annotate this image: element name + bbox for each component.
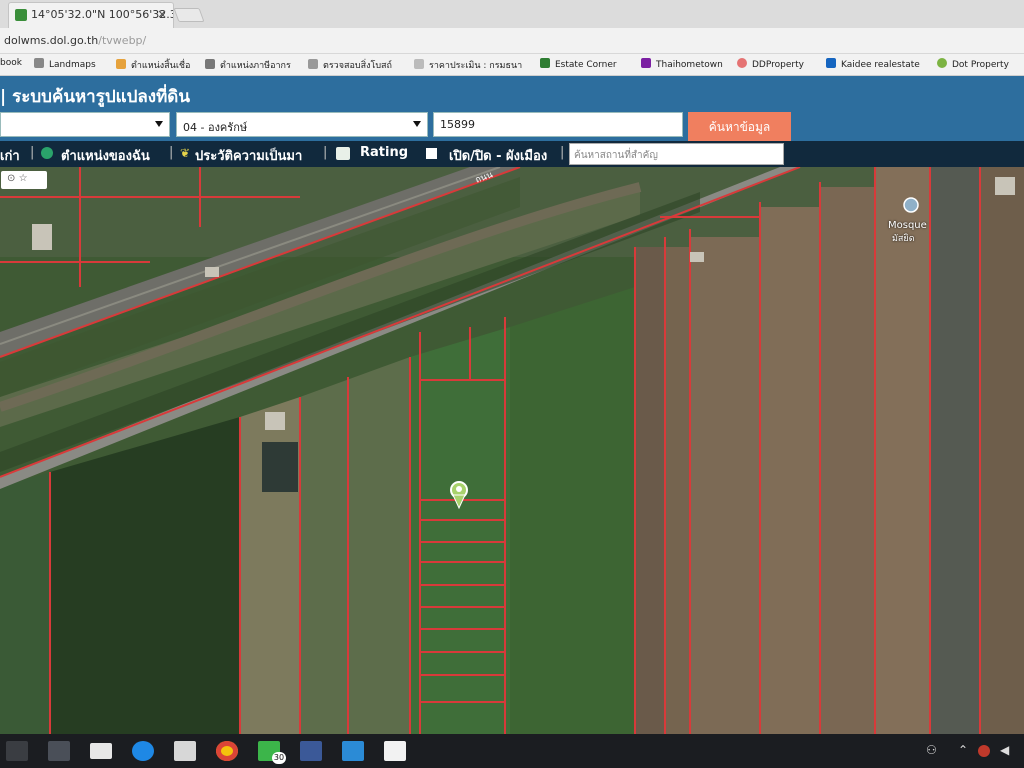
- bookmark-icon: [205, 59, 215, 69]
- ddproperty-icon: [737, 58, 747, 68]
- bookmarks-bar: book Landmaps ตำแหน่งสิ้นเชื่อ ตำแหน่งภา…: [0, 54, 1024, 76]
- toolbar-separator: |: [560, 145, 565, 160]
- target-icon[interactable]: ⊙: [7, 173, 15, 184]
- poi-label[interactable]: Mosque: [888, 220, 927, 231]
- rating-checkbox-icon[interactable]: [336, 147, 350, 160]
- building-icon: [540, 58, 550, 68]
- url-host: dolwms.dol.go.th: [4, 34, 99, 47]
- page-title: | ระบบค้นหารูปแปลงที่ดิน: [0, 87, 190, 107]
- speaker-icon[interactable]: ◀: [1000, 743, 1009, 757]
- browser-tabstrip: 14°05'32.0"N 100°56'32.3 ×: [0, 0, 1024, 28]
- history-tool[interactable]: ประวัติความเป็นมา: [195, 145, 302, 166]
- bookmark-label: Thaihometown: [656, 60, 723, 70]
- bookmark-item[interactable]: book: [0, 58, 22, 68]
- url-path: /tvwebp/: [98, 34, 147, 47]
- bookmark-label: Landmaps: [49, 60, 96, 70]
- task-view-icon[interactable]: [6, 741, 28, 761]
- bookmark-icon: [116, 59, 126, 69]
- bookmark-item[interactable]: Dot Property: [937, 58, 1009, 70]
- chevron-down-icon: [413, 121, 421, 127]
- layer-checkbox-icon[interactable]: [426, 148, 437, 159]
- screen: 14°05'32.0"N 100°56'32.3 × dolwms.dol.go…: [0, 0, 1024, 768]
- bookmark-label: Dot Property: [952, 60, 1009, 70]
- bookmark-label: ตำแหน่งสิ้นเชื่อ: [131, 61, 191, 71]
- windows-taskbar: 30 ⚇ ⌃ ◀: [0, 734, 1024, 768]
- house-icon: [641, 58, 651, 68]
- dotproperty-icon: [937, 58, 947, 68]
- chrome-icon[interactable]: [216, 741, 238, 761]
- map-favicon-icon: [15, 9, 27, 21]
- bookmark-label: ตรวจสอบสิ่งโบสถ์: [323, 61, 392, 71]
- bookmark-item[interactable]: ตรวจสอบสิ่งโบสถ์: [308, 58, 392, 72]
- page-icon: [414, 59, 424, 69]
- pin-icon[interactable]: [459, 477, 460, 478]
- map-controls[interactable]: ⊙ ☆: [1, 171, 47, 189]
- tab-close-icon[interactable]: ×: [157, 7, 167, 21]
- bookmark-label: ราคาประเมิน : กรมธนา: [429, 61, 523, 71]
- parcel-number-input[interactable]: 15899: [433, 112, 683, 137]
- search-icon: [308, 59, 318, 69]
- location-icon: [41, 147, 53, 159]
- store-icon[interactable]: [48, 741, 70, 761]
- place-search-placeholder: ค้นหาสถานที่สำคัญ: [574, 150, 658, 161]
- search-form: 04 - องครักษ์ 15899 ค้นหาข้อมูล: [0, 112, 1024, 141]
- toolbar-separator: |: [323, 145, 328, 160]
- district-select-value: 04 - องครักษ์: [183, 121, 248, 134]
- kaidee-icon: [826, 58, 836, 68]
- bookmark-label: book: [0, 58, 22, 68]
- poi-sublabel: มัสยิด: [892, 234, 915, 244]
- bookmark-label: Kaidee realestate: [841, 60, 920, 70]
- toolbar-separator: |: [169, 145, 174, 160]
- district-select[interactable]: 04 - องครักษ์: [176, 112, 428, 137]
- address-bar[interactable]: dolwms.dol.go.th/tvwebp/: [0, 28, 1024, 54]
- edge-icon[interactable]: [132, 741, 154, 761]
- map-toolbar: เก่า | ตำแหน่งของฉัน | ❦ ประวัติความเป็น…: [0, 141, 1024, 167]
- bookmark-item[interactable]: Landmaps: [34, 58, 96, 70]
- parcel-number-value: 15899: [440, 118, 475, 131]
- bookmark-item[interactable]: ราคาประเมิน : กรมธนา: [414, 58, 522, 72]
- province-select[interactable]: [0, 112, 170, 137]
- history-icon: ❦: [180, 146, 191, 160]
- facebook-icon[interactable]: [300, 741, 322, 761]
- home-tool[interactable]: เก่า: [0, 145, 20, 166]
- calculator-icon[interactable]: [174, 741, 196, 761]
- globe-icon: [34, 58, 44, 68]
- bookmark-label: Estate Corner: [555, 60, 617, 70]
- tray-app-icon[interactable]: [978, 745, 990, 757]
- app-header: | ระบบค้นหารูปแปลงที่ดิน: [0, 76, 1024, 112]
- my-location-tool[interactable]: ตำแหน่งของฉัน: [61, 145, 150, 166]
- star-icon[interactable]: ☆: [19, 173, 28, 184]
- bookmark-item[interactable]: Thaihometown: [641, 58, 723, 70]
- toolbar-separator: |: [30, 145, 35, 160]
- map-canvas: [0, 167, 1024, 734]
- bookmark-label: ตำแหน่งภาษีอากร: [220, 61, 291, 71]
- tab-title: 14°05'32.0"N 100°56'32.3: [31, 8, 174, 21]
- place-search-input[interactable]: ค้นหาสถานที่สำคัญ: [569, 143, 784, 165]
- search-button[interactable]: ค้นหาข้อมูล: [688, 112, 791, 141]
- bookmark-item[interactable]: Kaidee realestate: [826, 58, 920, 70]
- toggle-zoning-tool[interactable]: เปิด/ปิด - ผังเมือง: [449, 145, 547, 166]
- bookmark-label: DDProperty: [752, 60, 804, 70]
- bookmark-item[interactable]: ตำแหน่งสิ้นเชื่อ: [116, 58, 190, 72]
- satellite-map[interactable]: ⊙ ☆ Mosque มัสยิด ถนน: [0, 167, 1024, 734]
- chevron-up-icon[interactable]: ⌃: [958, 743, 968, 757]
- browser-tab[interactable]: 14°05'32.0"N 100°56'32.3 ×: [8, 2, 174, 28]
- mail-icon[interactable]: [90, 743, 112, 759]
- chevron-down-icon: [155, 121, 163, 127]
- new-tab-button[interactable]: [173, 8, 205, 22]
- bookmark-item[interactable]: Estate Corner: [540, 58, 617, 70]
- bookmark-item[interactable]: ตำแหน่งภาษีอากร: [205, 58, 291, 72]
- rating-tool[interactable]: Rating: [360, 145, 408, 160]
- sticky-notes-icon[interactable]: [384, 741, 406, 761]
- camera-icon[interactable]: [342, 741, 364, 761]
- line-badge: 30: [272, 752, 286, 764]
- people-icon[interactable]: ⚇: [926, 743, 937, 757]
- bookmark-item[interactable]: DDProperty: [737, 58, 804, 70]
